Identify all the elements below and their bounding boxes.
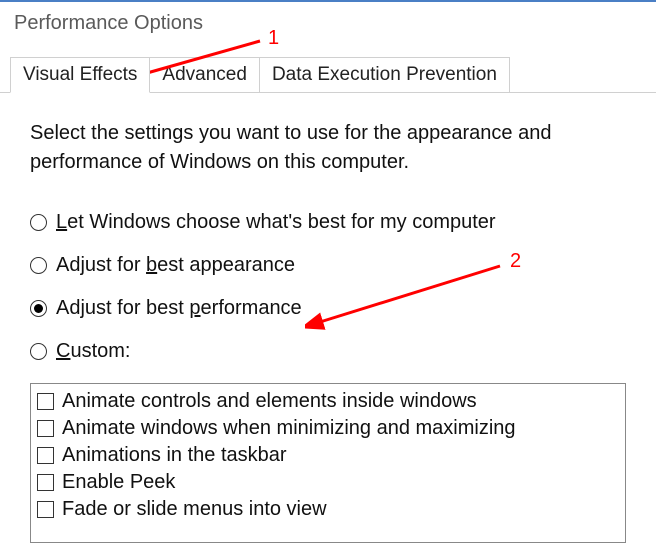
radio-icon [30, 214, 47, 231]
checkbox-icon [37, 393, 54, 410]
checkbox-label: Animations in the taskbar [62, 444, 287, 467]
checkbox-animate-controls[interactable]: Animate controls and elements inside win… [31, 388, 625, 415]
radio-best-performance[interactable]: Adjust for best performance [30, 297, 626, 320]
checkbox-fade-menus[interactable]: Fade or slide menus into view [31, 496, 625, 523]
radio-icon [30, 343, 47, 360]
radio-label: Let Windows choose what's best for my co… [56, 211, 496, 234]
effects-list[interactable]: Animate controls and elements inside win… [30, 383, 626, 543]
radio-label: Custom: [56, 340, 130, 363]
tab-dep[interactable]: Data Execution Prevention [259, 57, 510, 92]
checkbox-animate-windows[interactable]: Animate windows when minimizing and maxi… [31, 415, 625, 442]
radio-label: Adjust for best performance [56, 297, 302, 320]
checkbox-icon [37, 501, 54, 518]
tab-panel-visual-effects: Select the settings you want to use for … [0, 93, 656, 543]
checkbox-icon [37, 420, 54, 437]
instruction-text: Select the settings you want to use for … [30, 119, 626, 177]
checkbox-icon [37, 474, 54, 491]
radio-group: Let Windows choose what's best for my co… [30, 211, 626, 363]
window-title: Performance Options [0, 0, 656, 39]
radio-icon [30, 257, 47, 274]
radio-best-appearance[interactable]: Adjust for best appearance [30, 254, 626, 277]
radio-let-windows[interactable]: Let Windows choose what's best for my co… [30, 211, 626, 234]
checkbox-label: Animate windows when minimizing and maxi… [62, 417, 516, 440]
checkbox-label: Fade or slide menus into view [62, 498, 327, 521]
checkbox-taskbar-animations[interactable]: Animations in the taskbar [31, 442, 625, 469]
checkbox-enable-peek[interactable]: Enable Peek [31, 469, 625, 496]
checkbox-label: Enable Peek [62, 471, 175, 494]
tab-visual-effects[interactable]: Visual Effects [10, 57, 150, 93]
checkbox-label: Animate controls and elements inside win… [62, 390, 477, 413]
radio-label: Adjust for best appearance [56, 254, 295, 277]
tab-strip: Visual Effects Advanced Data Execution P… [0, 57, 656, 93]
radio-custom[interactable]: Custom: [30, 340, 626, 363]
tab-advanced[interactable]: Advanced [149, 57, 260, 92]
radio-icon [30, 300, 47, 317]
checkbox-icon [37, 447, 54, 464]
